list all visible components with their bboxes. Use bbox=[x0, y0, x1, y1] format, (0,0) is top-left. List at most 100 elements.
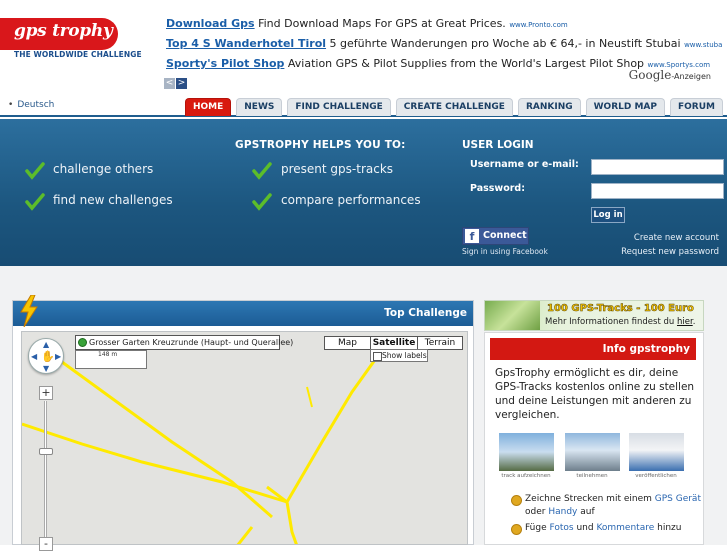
tab-find-challenge[interactable]: FIND CHALLENGE bbox=[287, 98, 391, 116]
tab-news[interactable]: NEWS bbox=[236, 98, 283, 116]
track-line bbox=[22, 422, 288, 504]
panel-title: Top Challenge bbox=[384, 307, 467, 319]
map-zoom-control: + - bbox=[39, 386, 53, 551]
show-labels-checkbox[interactable]: Show labels bbox=[370, 349, 428, 362]
track-line bbox=[61, 360, 273, 519]
tab-create-challenge[interactable]: CREATE CHALLENGE bbox=[395, 98, 513, 116]
zoom-slider-thumb[interactable] bbox=[39, 448, 53, 455]
thumb-caption: track aufzeichnen bbox=[501, 473, 551, 479]
money-image bbox=[485, 301, 540, 330]
ad-link[interactable]: Top 4 S Wanderhotel Tirol bbox=[166, 37, 326, 50]
map-type-satellite[interactable]: Satellite bbox=[370, 336, 418, 350]
track-info-box: 148 m bbox=[75, 350, 147, 369]
ad-url[interactable]: www.Pronto.com bbox=[509, 21, 567, 29]
username-label: Username or e-mail: bbox=[470, 159, 579, 170]
username-input[interactable] bbox=[591, 159, 724, 175]
tab-forum[interactable]: FORUM bbox=[670, 98, 723, 116]
ad-link[interactable]: Download Gps bbox=[166, 17, 255, 30]
list-item: Zeichne Strecken mit einem GPS Gerät ode… bbox=[511, 493, 701, 519]
comments-link[interactable]: Kommentare bbox=[596, 523, 654, 533]
google-ads-text: -Anzeigen bbox=[671, 72, 711, 81]
ad-next-icon[interactable]: > bbox=[176, 78, 187, 89]
info-header: Info gpstrophy bbox=[490, 338, 696, 360]
track-label[interactable]: Grosser Garten Kreuzrunde (Haupt- und Qu… bbox=[75, 335, 293, 350]
feature-text: compare performances bbox=[281, 193, 421, 207]
ad-url[interactable]: www.stubaierhof.eu/wand... bbox=[684, 41, 722, 49]
ad-prev-icon[interactable]: < bbox=[164, 78, 175, 89]
password-input[interactable] bbox=[591, 183, 724, 199]
facebook-connect-button[interactable]: f Connect bbox=[462, 227, 529, 245]
checkmark-icon bbox=[252, 162, 272, 180]
banner-title: 100 GPS-Tracks - 100 Euro bbox=[547, 303, 694, 315]
bullet-text: oder bbox=[525, 507, 549, 517]
map-pan-control[interactable]: ▲ ▼ ◀ ▶ ✋ bbox=[28, 338, 64, 374]
pan-down-icon[interactable]: ▼ bbox=[43, 364, 49, 373]
photos-link[interactable]: Fotos bbox=[550, 523, 574, 533]
bullet-text: auf bbox=[577, 507, 595, 517]
checkmark-icon bbox=[25, 193, 45, 211]
list-item: Füge Fotos und Kommentare hinzu bbox=[511, 522, 701, 535]
banner-link[interactable]: hier bbox=[677, 317, 693, 327]
zoom-in-button[interactable]: + bbox=[39, 386, 53, 400]
checkmark-icon bbox=[25, 162, 45, 180]
thumb-caption: veröffentlichen bbox=[635, 473, 677, 479]
create-account-link[interactable]: Create new account bbox=[634, 233, 719, 243]
banner-subtitle: Mehr Informationen findest du hier. bbox=[545, 317, 695, 327]
site-logo[interactable]: gps trophy THE WORLDWIDE CHALLENGE bbox=[0, 16, 145, 66]
feature-thumbnails: track aufzeichnen teilnehmen veröffentli… bbox=[499, 433, 699, 479]
google-ads-label[interactable]: Google-Anzeigen bbox=[629, 68, 711, 82]
handy-link[interactable]: Handy bbox=[548, 507, 577, 517]
facebook-connect-label: Connect bbox=[483, 230, 527, 241]
ad-link[interactable]: Sporty's Pilot Shop bbox=[166, 57, 284, 70]
track-line bbox=[285, 349, 384, 503]
gps-device-link[interactable]: GPS Gerät bbox=[655, 494, 701, 504]
info-panel: Info gpstrophy GpsTrophy ermöglicht es d… bbox=[484, 332, 704, 545]
facebook-note: Sign in using Facebook bbox=[462, 247, 548, 256]
bullet-text: hinzu bbox=[654, 523, 682, 533]
zoom-slider[interactable] bbox=[39, 401, 53, 545]
tab-home[interactable]: HOME bbox=[184, 98, 232, 116]
ad-text: Aviation GPS & Pilot Supplies from the W… bbox=[287, 57, 645, 70]
login-title: USER LOGIN bbox=[462, 139, 534, 151]
info-bullets: Zeichne Strecken mit einem GPS Gerät ode… bbox=[511, 493, 701, 538]
zoom-out-button[interactable]: - bbox=[39, 537, 53, 551]
info-title: Info gpstrophy bbox=[602, 343, 690, 355]
panel-header: Top Challenge bbox=[13, 301, 473, 326]
tab-world-map[interactable]: WORLD MAP bbox=[585, 98, 665, 116]
map-type-map[interactable]: Map bbox=[324, 336, 371, 350]
start-marker-icon bbox=[78, 338, 87, 347]
bullet-text: Füge bbox=[525, 523, 550, 533]
thumb-caption: teilnehmen bbox=[576, 473, 608, 479]
pan-right-icon[interactable]: ▶ bbox=[55, 352, 61, 361]
info-text: GpsTrophy ermöglicht es dir, deine GPS-T… bbox=[495, 367, 695, 421]
request-password-link[interactable]: Request new password bbox=[621, 247, 719, 257]
main-nav: Deutsch HOME NEWS FIND CHALLENGE CREATE … bbox=[0, 97, 727, 117]
google-logo: Google bbox=[628, 68, 672, 82]
cyclist-image[interactable] bbox=[499, 433, 554, 471]
logo-tagline: THE WORLDWIDE CHALLENGE bbox=[14, 50, 142, 59]
logo-text: gps trophy bbox=[14, 21, 113, 41]
ad-text: Find Download Maps For GPS at Great Pric… bbox=[258, 17, 506, 30]
checkmark-icon bbox=[252, 193, 272, 211]
hand-icon: ✋ bbox=[41, 350, 55, 363]
track-line bbox=[306, 386, 313, 408]
language-link[interactable]: Deutsch bbox=[8, 100, 54, 110]
track-line bbox=[236, 526, 254, 544]
promo-banner[interactable]: 100 GPS-Tracks - 100 Euro Mehr Informati… bbox=[484, 300, 704, 331]
track-label-text: Grosser Garten Kreuzrunde (Haupt- und Qu… bbox=[89, 338, 294, 347]
map-type-terrain[interactable]: Terrain bbox=[417, 336, 463, 350]
feature-text: challenge others bbox=[53, 162, 154, 176]
ad-text: 5 geführte Wanderungen pro Woche ab € 64… bbox=[329, 37, 681, 50]
login-button[interactable]: Log in bbox=[591, 207, 625, 223]
ad-arrows: < > bbox=[164, 70, 188, 89]
password-label: Password: bbox=[470, 183, 526, 194]
facebook-icon: f bbox=[465, 229, 479, 243]
publish-image[interactable] bbox=[629, 433, 684, 471]
lightning-icon bbox=[20, 295, 38, 327]
track-distance: 148 m bbox=[98, 351, 118, 358]
tab-ranking[interactable]: RANKING bbox=[517, 98, 581, 116]
pan-up-icon[interactable]: ▲ bbox=[43, 340, 49, 349]
mountain-image[interactable] bbox=[565, 433, 620, 471]
banner-subtitle-text: Mehr Informationen findest du bbox=[545, 317, 677, 327]
pan-left-icon[interactable]: ◀ bbox=[31, 352, 37, 361]
